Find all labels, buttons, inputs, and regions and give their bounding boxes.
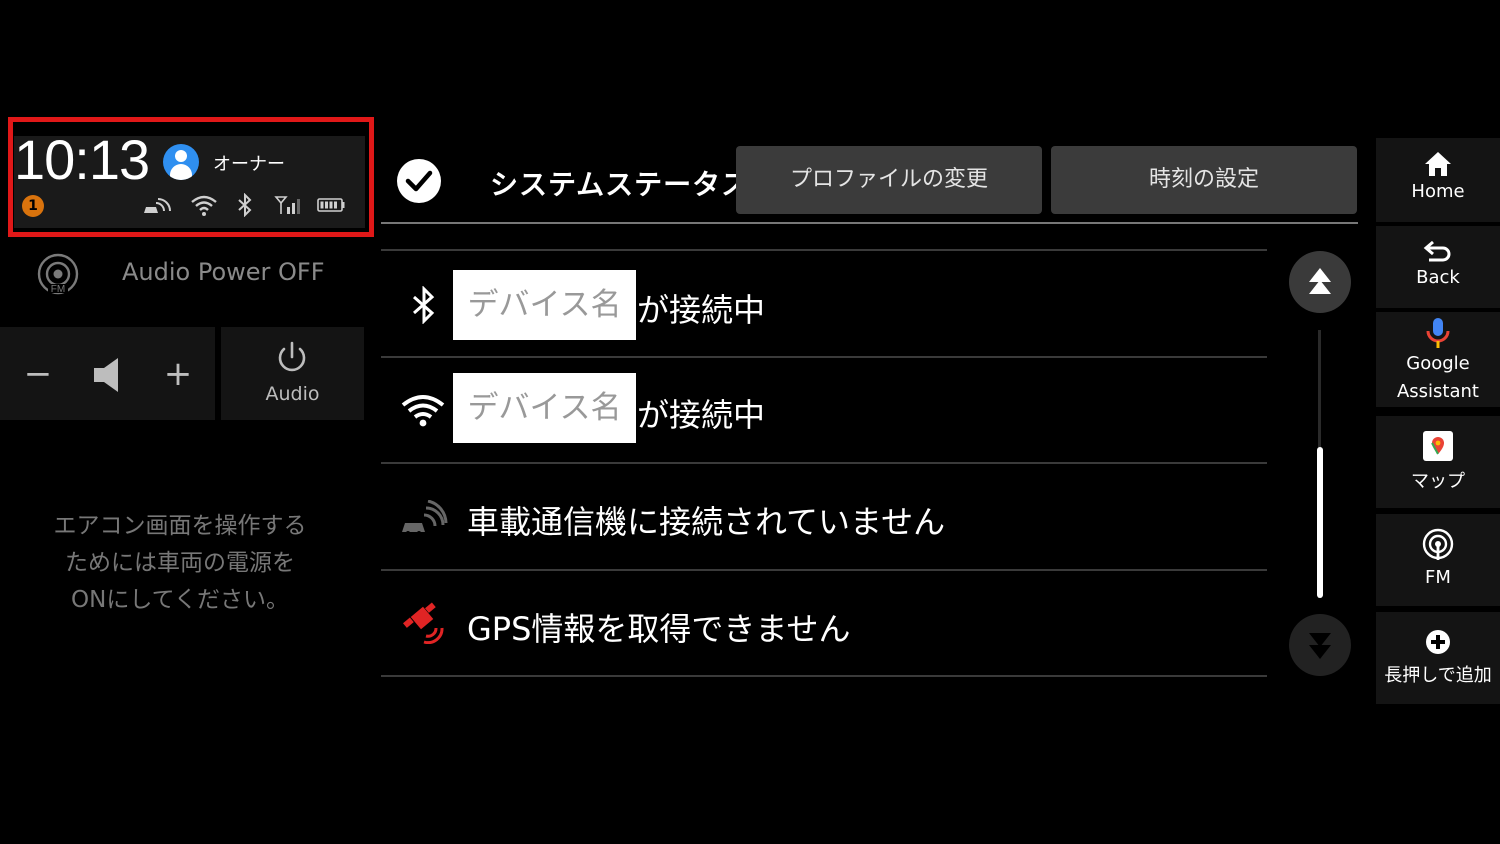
microphone-icon: [1426, 318, 1450, 348]
nav-fm-button[interactable]: FM: [1376, 514, 1500, 606]
battery-icon: [317, 198, 345, 212]
car-connect-icon: [144, 198, 171, 213]
nav-add-button[interactable]: 長押しで追加: [1376, 612, 1500, 704]
gps-status-text: GPS情報を取得できません: [467, 610, 851, 648]
audio-status: Audio Power OFF: [122, 258, 325, 286]
device-name-chip: デバイス名: [453, 373, 636, 443]
car-connect-status-text: 車載通信機に接続されていません: [467, 503, 946, 541]
nav-google-assistant-button[interactable]: Google Assistant: [1376, 312, 1500, 407]
nav-home-button[interactable]: Home: [1376, 138, 1500, 222]
scroll-to-bottom-button[interactable]: [1289, 614, 1351, 676]
time-settings-button[interactable]: 時刻の設定: [1051, 146, 1357, 214]
power-icon: [278, 341, 306, 372]
nav-map-label: マップ: [1411, 471, 1465, 492]
fm-radio-icon: [1422, 528, 1454, 560]
nav-assistant-label-line2: Assistant: [1396, 381, 1479, 402]
fm-radio-icon: FM: [37, 253, 79, 295]
bluetooth-icon: [413, 286, 435, 324]
user-avatar-icon: [163, 144, 199, 180]
gps-error-icon: [403, 602, 444, 644]
wifi-status-text: が接続中: [637, 396, 766, 434]
audio-button-label: Audio: [265, 383, 320, 405]
volume-down-button[interactable]: −: [14, 350, 62, 398]
home-icon: [1425, 152, 1451, 176]
device-name-chip: デバイス名: [453, 270, 636, 340]
volume-up-button[interactable]: +: [154, 350, 202, 398]
list-divider: [381, 462, 1267, 464]
aircon-message-line: ためには車両の電源を: [65, 550, 295, 576]
list-divider: [381, 675, 1267, 677]
clock: 10:13: [14, 128, 150, 191]
plus-circle-icon: [1426, 630, 1450, 654]
user-name: オーナー: [213, 154, 285, 175]
scroll-to-top-button[interactable]: [1289, 251, 1351, 313]
nav-home-label: Home: [1411, 181, 1465, 202]
scroll-thumb[interactable]: [1317, 447, 1323, 598]
double-chevron-down-icon: [1309, 633, 1331, 659]
bluetooth-icon: [238, 193, 252, 217]
car-connect-icon: [402, 500, 448, 535]
list-divider: [381, 356, 1267, 358]
list-divider: [381, 569, 1267, 571]
speaker-icon: [94, 358, 118, 392]
map-icon: [1423, 431, 1453, 461]
aircon-message: エアコン画面を操作する ためには車両の電源を ONにしてください。: [20, 508, 340, 619]
nav-back-button[interactable]: Back: [1376, 226, 1500, 308]
back-arrow-icon: [1423, 240, 1451, 262]
notification-badge: 1: [22, 195, 44, 217]
fm-radio-label: FM: [51, 284, 65, 295]
check-icon: [397, 159, 441, 203]
signal-icon: [274, 196, 300, 214]
aircon-message-line: ONにしてください。: [71, 587, 289, 613]
list-divider: [381, 249, 1267, 251]
change-profile-button[interactable]: プロファイルの変更: [736, 146, 1042, 214]
bluetooth-status-text: が接続中: [637, 291, 766, 329]
nav-add-label: 長押しで追加: [1384, 665, 1492, 686]
aircon-message-line: エアコン画面を操作する: [53, 513, 307, 539]
double-chevron-up-icon: [1309, 268, 1331, 294]
page-title: システムステータス: [490, 168, 751, 201]
nav-assistant-label-line1: Google: [1406, 353, 1470, 374]
header-divider: [381, 222, 1358, 224]
nav-fm-label: FM: [1425, 567, 1451, 588]
wifi-icon: [191, 195, 217, 216]
nav-map-button[interactable]: マップ: [1376, 416, 1500, 508]
nav-back-label: Back: [1416, 267, 1460, 288]
wifi-icon: [401, 395, 445, 427]
